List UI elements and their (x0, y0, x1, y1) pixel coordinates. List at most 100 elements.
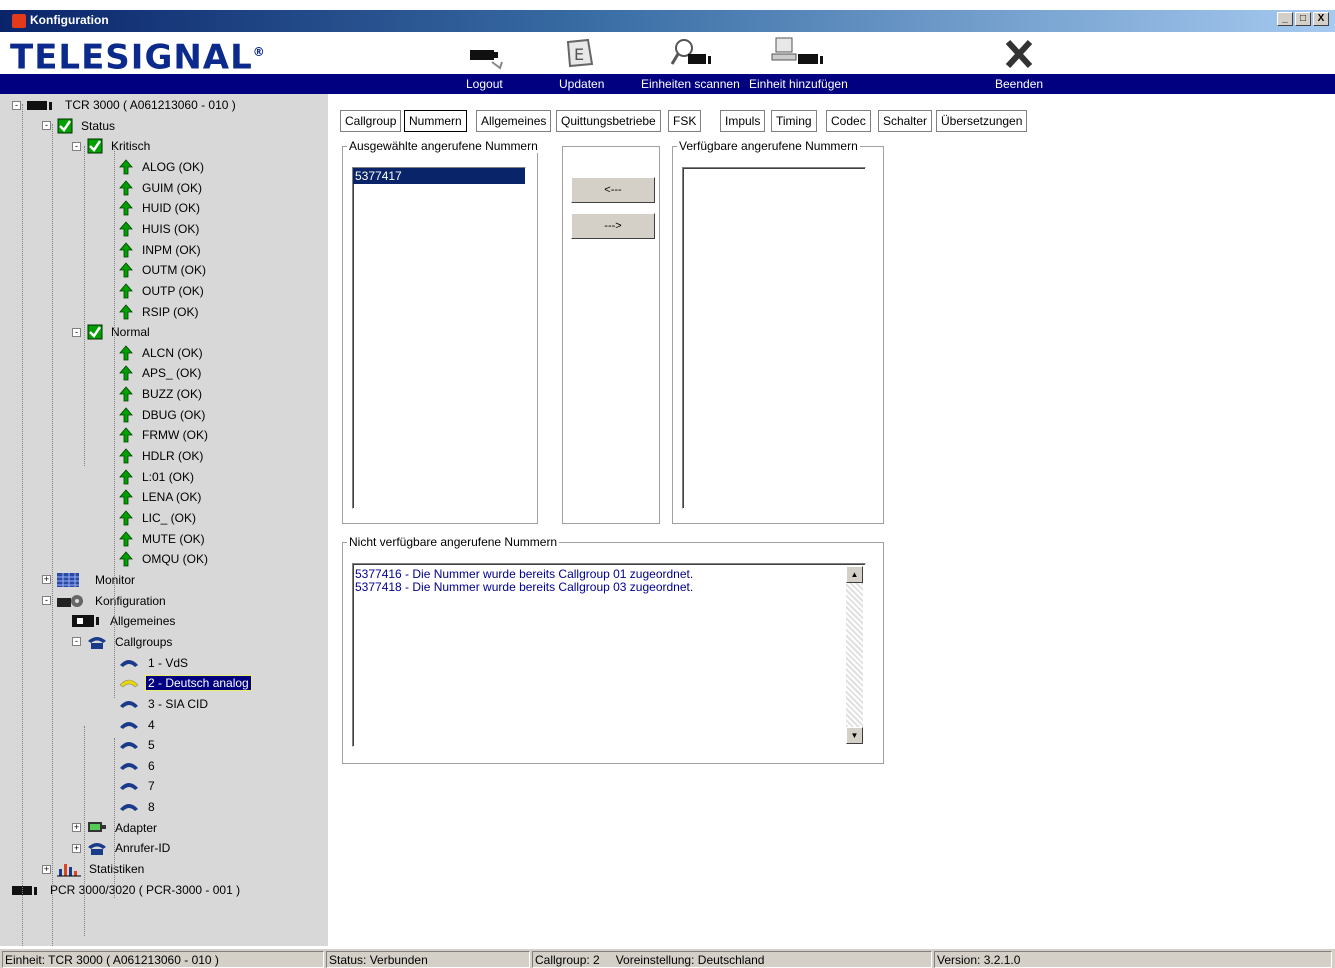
tab-codec[interactable]: Codec (826, 110, 871, 132)
collapse-icon[interactable]: - (72, 141, 81, 151)
tree-callgroup-item[interactable]: 2 - Deutsch analog (118, 674, 252, 692)
tree-callgroup-item[interactable]: 1 - VdS (118, 654, 190, 672)
phone-icon (118, 655, 140, 671)
tree-node-label: APS_ (OK) (142, 366, 202, 381)
logout-icon[interactable] (466, 36, 506, 72)
tree-status-item[interactable]: HUID (OK) (118, 199, 202, 217)
tree-callgroup-item[interactable]: 5 (118, 736, 157, 754)
collapse-icon[interactable]: - (72, 327, 81, 337)
tree-node-label: HUIS (OK) (142, 221, 200, 236)
toolbar-label-bar: Logout Updaten Einheiten scannen Einheit… (0, 74, 1335, 94)
tree-callgroup-item[interactable]: 6 (118, 757, 157, 775)
tree-root-unit[interactable]: - TCR 3000 ( A061213060 - 010 ) (12, 96, 238, 114)
selected-numbers-list[interactable]: 5377417 (352, 167, 526, 509)
collapse-icon[interactable]: - (12, 100, 21, 110)
tree-status-item[interactable]: ALOG (OK) (118, 158, 206, 176)
expand-icon[interactable]: + (42, 575, 51, 585)
update-button[interactable]: Updaten (559, 77, 604, 91)
vertical-scrollbar[interactable]: ▲ ▼ (846, 566, 863, 744)
minimize-button[interactable]: _ (1277, 12, 1293, 26)
collapse-icon[interactable]: - (42, 121, 51, 131)
scan-icon[interactable] (670, 36, 714, 72)
unavailable-numbers-list[interactable]: 5377416 - Die Nummer wurde bereits Callg… (352, 563, 866, 747)
status-preset: Voreinstellung: Deutschland (615, 953, 765, 967)
expand-icon[interactable]: + (72, 823, 81, 833)
available-numbers-list[interactable] (682, 167, 866, 509)
tree-node-label: HUID (OK) (142, 201, 200, 216)
tree-callgroup-item[interactable]: 4 (118, 716, 157, 734)
move-buttons-group: <--- ---> (562, 146, 660, 524)
tree-status-item[interactable]: APS_ (OK) (118, 364, 203, 382)
tree-status-item[interactable]: MUTE (OK) (118, 530, 207, 548)
exit-icon[interactable] (1004, 36, 1034, 72)
collapse-icon[interactable]: - (72, 637, 81, 647)
tree-status-item[interactable]: HDLR (OK) (118, 447, 205, 465)
tree-anrufer-id[interactable]: + Anrufer-ID (72, 839, 172, 857)
selected-numbers-title: Ausgewählte angerufene Nummern (347, 139, 540, 153)
tree-node-label: ALCN (OK) (142, 345, 203, 360)
move-left-button[interactable]: <--- (571, 177, 655, 203)
expand-icon[interactable]: + (42, 864, 51, 874)
tree-status-item[interactable]: LENA (OK) (118, 488, 203, 506)
tree-status-item[interactable]: BUZZ (OK) (118, 385, 204, 403)
device-icon (72, 613, 102, 629)
tree-status-item[interactable]: INPM (OK) (118, 241, 203, 259)
tree-status-item[interactable]: FRMW (OK) (118, 426, 210, 444)
exit-button[interactable]: Beenden (995, 77, 1043, 91)
tree-callgroup-item[interactable]: 7 (118, 777, 157, 795)
scroll-up-icon[interactable]: ▲ (846, 566, 863, 583)
tree-konfiguration[interactable]: - Konfiguration (42, 592, 168, 610)
scan-button[interactable]: Einheiten scannen (641, 77, 740, 91)
tree-callgroup-item[interactable]: 3 - SIA CID (118, 695, 210, 713)
update-icon[interactable]: E (562, 36, 598, 72)
tree-statistiken[interactable]: + Statistiken (42, 860, 146, 878)
tree-status-item[interactable]: ALCN (OK) (118, 344, 205, 362)
move-right-button[interactable]: ---> (571, 213, 655, 239)
tree-allgemeines[interactable]: Allgemeines (72, 612, 177, 630)
tab--bersetzungen[interactable]: Übersetzungen (936, 110, 1028, 132)
maximize-button[interactable]: □ (1295, 12, 1311, 26)
tab-fsk[interactable]: FSK (668, 110, 702, 132)
tree-status-item[interactable]: RSIP (OK) (118, 303, 200, 321)
tab-nummern[interactable]: Nummern (404, 110, 467, 132)
expand-icon[interactable]: + (72, 843, 81, 853)
tree-callgroups[interactable]: - Callgroups (72, 633, 174, 651)
tab-schalter[interactable]: Schalter (878, 110, 933, 132)
callgroup-settings-panel: Callgroup Nummern Allgemeines Quittungsbetr… (328, 94, 1335, 946)
tab-callgroup[interactable]: Callgroup (340, 110, 402, 132)
add-unit-icon[interactable] (770, 36, 830, 72)
scroll-down-icon[interactable]: ▼ (846, 727, 863, 744)
tree-node-label: RSIP (OK) (142, 304, 199, 319)
tree-node-label: OUTP (OK) (142, 283, 204, 298)
tree-node-label: HDLR (OK) (142, 449, 204, 464)
tab-allgemeines[interactable]: Allgemeines (476, 110, 552, 132)
tree-status-item[interactable]: DBUG (OK) (118, 406, 207, 424)
tree-status[interactable]: - Status (42, 117, 117, 135)
tree-status-item[interactable]: OMQU (OK) (118, 550, 210, 568)
toolbar: E (0, 34, 1335, 74)
tree-monitor[interactable]: + Monitor (42, 571, 137, 589)
tree-status-item[interactable]: HUIS (OK) (118, 220, 201, 238)
status-connection: Status: Verbunden (326, 951, 530, 968)
collapse-icon[interactable]: - (42, 596, 51, 606)
tree-status-item[interactable]: LIC_ (OK) (118, 509, 198, 527)
tree-node-label: INPM (OK) (142, 242, 201, 257)
tree-node-label: Status (81, 118, 116, 133)
tab-timing[interactable]: Timing (771, 110, 817, 132)
list-item[interactable]: 5377417 (353, 168, 525, 184)
tree-status-item[interactable]: GUIM (OK) (118, 179, 204, 197)
up-arrow-icon (118, 427, 134, 443)
tree-node-label: FRMW (OK) (142, 428, 208, 443)
logout-button[interactable]: Logout (466, 77, 503, 91)
tree-node-label: L:01 (OK) (142, 469, 195, 484)
tree-root-unit-2[interactable]: PCR 3000/3020 ( PCR-3000 - 001 ) (12, 881, 242, 899)
add-unit-button[interactable]: Einheit hinzufügen (749, 77, 848, 91)
close-button[interactable]: X (1313, 12, 1329, 26)
tree-adapter[interactable]: + Adapter (72, 819, 159, 837)
tree-status-item[interactable]: OUTP (OK) (118, 282, 206, 300)
tab-quittungsbetriebe[interactable]: Quittungsbetriebe (556, 110, 661, 132)
tree-callgroup-item[interactable]: 8 (118, 798, 157, 816)
tree-status-item[interactable]: L:01 (OK) (118, 468, 196, 486)
tree-status-item[interactable]: OUTM (OK) (118, 261, 208, 279)
tab-impuls[interactable]: Impuls (720, 110, 766, 132)
